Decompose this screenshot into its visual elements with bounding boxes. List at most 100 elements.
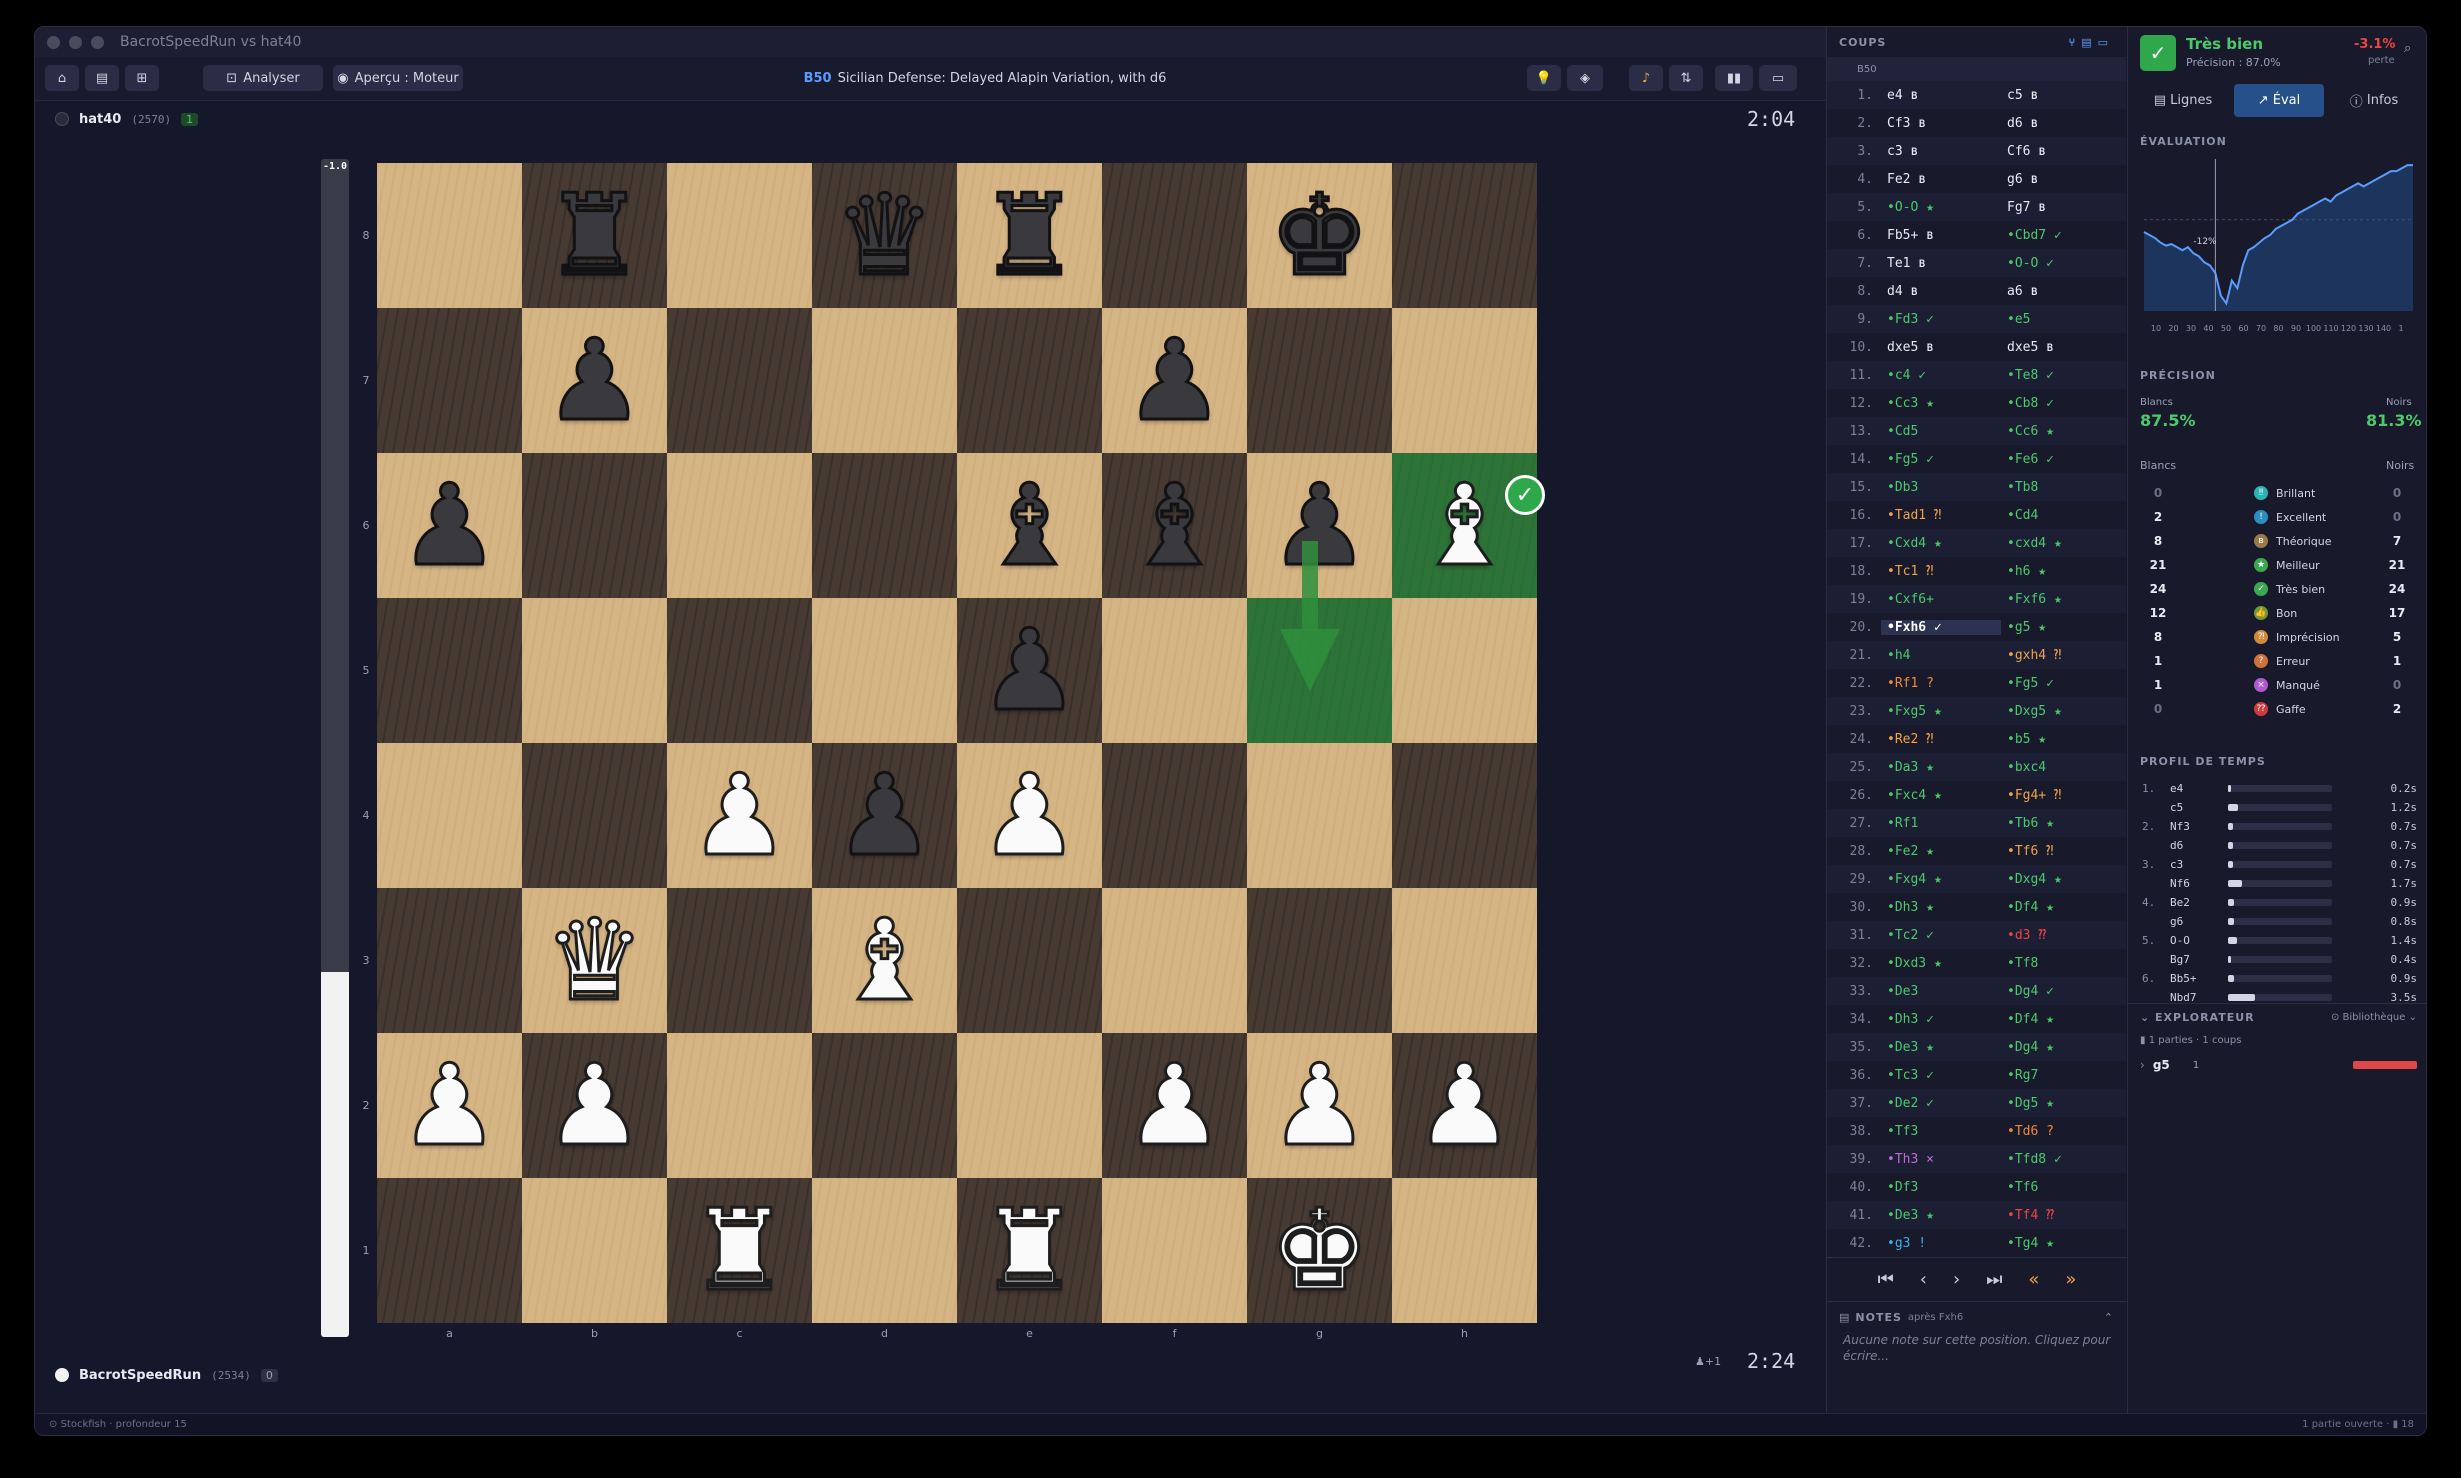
square-h3[interactable] xyxy=(1392,888,1537,1033)
first-move-icon[interactable]: ⏮ xyxy=(1878,1269,1894,1290)
tag-button[interactable]: ◈ xyxy=(1567,65,1603,91)
black-move[interactable]: •Cb8 ✓ xyxy=(2001,396,2121,411)
white-move[interactable]: •Dh3 ★ xyxy=(1881,900,2001,915)
white-king-g1[interactable]: ♚ xyxy=(1247,1178,1392,1323)
evaluation-chart[interactable]: -12% 10 20 30 40 50 60 70 80 90 100 110 120 130 140 1 xyxy=(2140,151,2417,339)
square-e3[interactable] xyxy=(957,888,1102,1033)
black-move[interactable]: •Dxg4 ★ xyxy=(2001,872,2121,887)
tab-infos[interactable]: ⓘ Infos xyxy=(2328,84,2420,117)
prev-mistake-icon[interactable]: « xyxy=(2028,1269,2039,1290)
square-c5[interactable] xyxy=(667,598,812,743)
square-c7[interactable] xyxy=(667,308,812,453)
white-move[interactable]: •Tad1 ⁈ xyxy=(1881,508,2001,523)
black-move[interactable]: •Te8 ✓ xyxy=(2001,368,2121,383)
black-move[interactable]: •d3 ⁇ xyxy=(2001,928,2121,943)
black-move[interactable]: •cxd4 ★ xyxy=(2001,536,2121,551)
white-pawn-a2[interactable]: ♟ xyxy=(377,1033,522,1178)
white-move[interactable]: •Fe2 ★ xyxy=(1881,844,2001,859)
black-move[interactable]: •Tf8 xyxy=(2001,956,2121,971)
black-move[interactable]: d6 ʙ xyxy=(2001,116,2121,131)
square-d4[interactable]: ♟ xyxy=(812,743,957,888)
white-move[interactable]: dxe5 ʙ xyxy=(1881,340,2001,355)
white-move[interactable]: Te1 ʙ xyxy=(1881,256,2001,271)
square-g8[interactable]: ♚ xyxy=(1247,163,1392,308)
square-b3[interactable]: ♛ xyxy=(522,888,667,1033)
black-move[interactable]: •Tf6 xyxy=(2001,1180,2121,1195)
white-move[interactable]: •De3 xyxy=(1881,984,2001,999)
square-f2[interactable]: ♟ xyxy=(1102,1033,1247,1178)
white-move[interactable]: Fb5+ ʙ xyxy=(1881,228,2001,243)
white-move[interactable]: •Fd3 ✓ xyxy=(1881,312,2001,327)
flip-board-button[interactable]: ⇅ xyxy=(1669,65,1703,91)
black-rook-e8[interactable]: ♜ xyxy=(957,163,1102,308)
square-d7[interactable] xyxy=(812,308,957,453)
black-move[interactable]: •Tb6 ★ xyxy=(2001,816,2121,831)
black-move[interactable]: •Cd4 xyxy=(2001,508,2121,523)
square-c1[interactable]: ♜ xyxy=(667,1178,812,1323)
white-move[interactable]: •Db3 xyxy=(1881,480,2001,495)
white-move[interactable]: •Fxc4 ★ xyxy=(1881,788,2001,803)
black-rook-b8[interactable]: ♜ xyxy=(522,163,667,308)
square-a4[interactable] xyxy=(377,743,522,888)
white-move[interactable]: •Re2 ⁈ xyxy=(1881,732,2001,747)
white-move[interactable]: •Da3 ★ xyxy=(1881,760,2001,775)
square-c3[interactable] xyxy=(667,888,812,1033)
square-e5[interactable]: ♟ xyxy=(957,598,1102,743)
white-move[interactable]: •Cc3 ★ xyxy=(1881,396,2001,411)
white-move[interactable]: •De3 ★ xyxy=(1881,1208,2001,1223)
square-c2[interactable] xyxy=(667,1033,812,1178)
black-move[interactable]: •g5 ★ xyxy=(2001,620,2121,635)
white-pawn-h2[interactable]: ♟ xyxy=(1392,1033,1537,1178)
explorer-source-select[interactable]: ⊙ Bibliothèque ⌄ xyxy=(2331,1012,2417,1023)
black-move[interactable]: •h6 ★ xyxy=(2001,564,2121,579)
zoom-window-button[interactable] xyxy=(91,35,104,49)
square-a6[interactable]: ♟ xyxy=(377,453,522,598)
square-d3[interactable]: ♝ xyxy=(812,888,957,1033)
white-move[interactable]: •h4 xyxy=(1881,648,2001,663)
black-move[interactable]: •Fe6 ✓ xyxy=(2001,452,2121,467)
black-move[interactable]: •Fxf6 ★ xyxy=(2001,592,2121,607)
white-move[interactable]: •Fg5 ✓ xyxy=(1881,452,2001,467)
white-move[interactable]: •Fxh6 ✓ xyxy=(1881,619,2001,635)
black-move[interactable]: Cf6 ʙ xyxy=(2001,144,2121,159)
white-move[interactable]: c3 ʙ xyxy=(1881,144,2001,159)
square-b7[interactable]: ♟ xyxy=(522,308,667,453)
square-d1[interactable] xyxy=(812,1178,957,1323)
square-e8[interactable]: ♜ xyxy=(957,163,1102,308)
square-d6[interactable] xyxy=(812,453,957,598)
white-move[interactable]: •Cd5 xyxy=(1881,424,2001,439)
white-move[interactable]: •g3 ! xyxy=(1881,1236,2001,1251)
black-move[interactable]: •O-O ✓ xyxy=(2001,256,2121,271)
white-pawn-g2[interactable]: ♟ xyxy=(1247,1033,1392,1178)
black-move[interactable]: •gxh4 ⁈ xyxy=(2001,648,2121,663)
white-move[interactable]: Fe2 ʙ xyxy=(1881,172,2001,187)
black-bishop-e6[interactable]: ♝ xyxy=(957,453,1102,598)
square-g7[interactable] xyxy=(1247,308,1392,453)
white-pawn-f2[interactable]: ♟ xyxy=(1102,1033,1247,1178)
white-rook-c1[interactable]: ♜ xyxy=(667,1178,812,1323)
next-mistake-icon[interactable]: » xyxy=(2065,1269,2076,1290)
square-a1[interactable] xyxy=(377,1178,522,1323)
square-b6[interactable] xyxy=(522,453,667,598)
white-move[interactable]: •Cxd4 ★ xyxy=(1881,536,2001,551)
prev-move-icon[interactable]: ‹ xyxy=(1920,1269,1927,1290)
black-move[interactable]: •Cbd7 ✓ xyxy=(2001,228,2121,243)
square-h8[interactable] xyxy=(1392,163,1537,308)
white-move[interactable]: •Df3 xyxy=(1881,1180,2001,1195)
black-move[interactable]: •bxc4 xyxy=(2001,760,2121,775)
black-move[interactable]: •Tf4 ⁇ xyxy=(2001,1208,2121,1223)
tab-lines[interactable]: ▤ Lignes xyxy=(2136,84,2230,117)
white-bishop-h6[interactable]: ♝ xyxy=(1392,453,1537,598)
square-a8[interactable] xyxy=(377,163,522,308)
square-h6[interactable]: ♝ xyxy=(1392,453,1537,598)
square-g2[interactable]: ♟ xyxy=(1247,1033,1392,1178)
home-button[interactable]: ⌂ xyxy=(45,65,79,91)
square-d2[interactable] xyxy=(812,1033,957,1178)
moves-header-icons[interactable]: ⑂▤▭ xyxy=(2069,36,2114,49)
white-move[interactable]: •Rf1 ? xyxy=(1881,676,2001,691)
white-move[interactable]: •Tc1 ⁈ xyxy=(1881,564,2001,579)
white-bishop-d3[interactable]: ♝ xyxy=(812,888,957,1033)
black-move[interactable]: •Dg4 ✓ xyxy=(2001,984,2121,999)
black-pawn-a6[interactable]: ♟ xyxy=(377,453,522,598)
white-move[interactable]: •Cxf6+ xyxy=(1881,592,2001,607)
